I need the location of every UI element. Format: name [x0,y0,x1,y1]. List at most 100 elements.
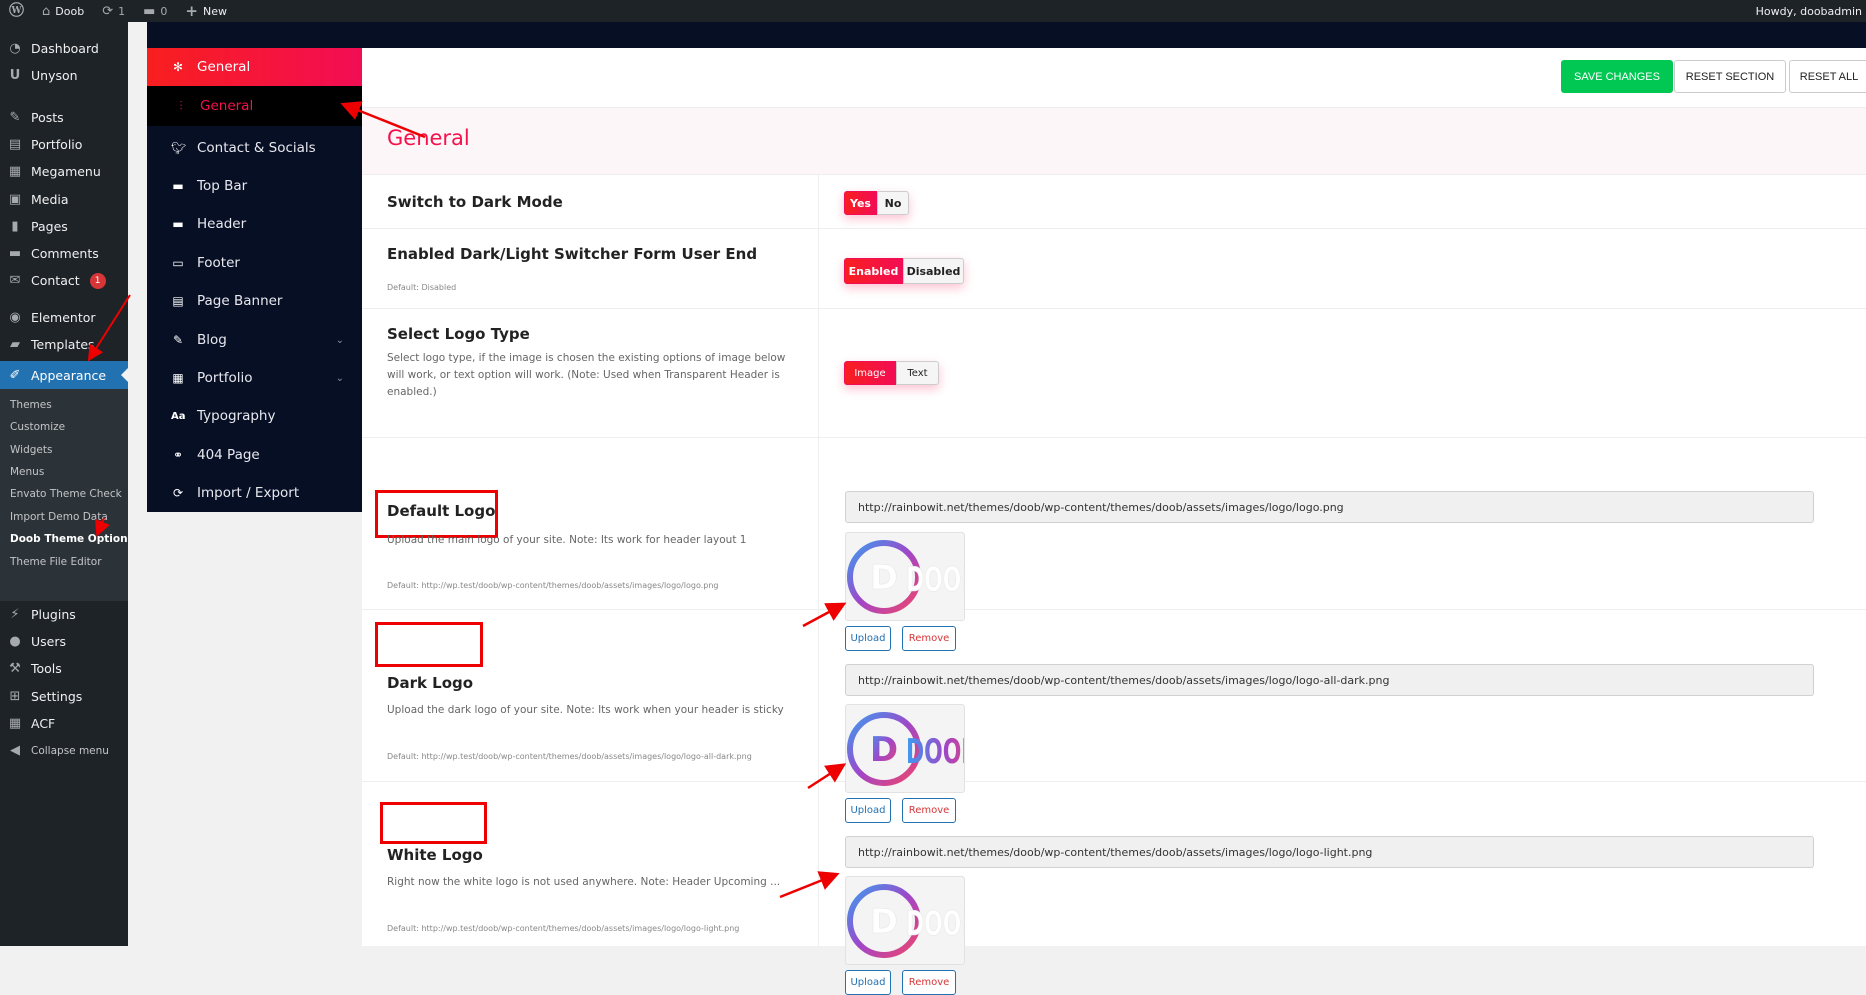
option-default: Default: http://wp.test/doob/wp-content/… [387,581,719,590]
svg-text:D: D [870,558,898,598]
contact-badge: 1 [89,272,106,289]
menu-label: Portfolio [31,137,83,152]
option-default: Default: http://wp.test/doob/wp-content/… [387,924,740,933]
logo-type-image[interactable]: Image [844,361,896,385]
menu-posts[interactable]: ✎ Posts [0,104,128,131]
menu-dashboard[interactable]: ◔ Dashboard [0,35,128,62]
submenu-customize[interactable]: Customize [10,421,65,433]
appearance-submenu: Themes Customize Widgets Menus Envato Th… [0,389,134,601]
menu-contact[interactable]: ✉ Contact 1 [0,267,128,294]
comment-icon: ▬ [143,3,156,19]
menu-label: Comments [31,246,99,261]
media-icon: ▣ [8,192,22,207]
tab-typography[interactable]: Aa Typography [147,397,362,435]
svg-text:D: D [870,902,898,942]
tab-header[interactable]: ▬ Header [147,205,362,243]
doob-logo-image: D DOOB [847,712,965,786]
wrench-icon: ⚒ [9,661,21,676]
menu-portfolio[interactable]: ▤ Portfolio [0,131,128,158]
menu-plugins[interactable]: ⚡ Plugins [0,601,128,628]
tab-page-banner[interactable]: ▤ Page Banner [147,282,362,320]
submenu-doob-theme-options[interactable]: Doob Theme Options [10,533,134,545]
dark-mode-yes[interactable]: Yes [844,191,877,215]
tab-top-bar[interactable]: ▬ Top Bar [147,167,362,205]
submenu-menus[interactable]: Menus [10,466,44,478]
submenu-import-demo-data[interactable]: Import Demo Data [10,511,108,523]
actions-bar: SAVE CHANGES RESET SECTION RESET ALL [362,48,1866,108]
doob-logo-image: D DOOB [847,540,964,614]
wordpress-icon: W [9,1,24,21]
submenu-theme-file-editor[interactable]: Theme File Editor [10,556,102,568]
menu-label: Plugins [31,607,76,622]
tab-blog[interactable]: ✎ Blog ⌄ [147,321,362,359]
menu-templates[interactable]: ▰ Templates [0,331,128,358]
switcher-disabled[interactable]: Disabled [903,258,964,284]
reset-all-button[interactable]: RESET ALL [1789,60,1866,93]
option-description: Right now the white logo is not used any… [387,876,781,888]
refresh-icon: ⟳ [172,486,184,500]
settings-icon: ⊞ [9,689,21,704]
site-name-link[interactable]: ⌂ Doob [33,0,93,22]
my-account-link[interactable]: Howdy, doobadmin [1756,0,1866,22]
logo-type-text[interactable]: Text [896,361,939,385]
comments-link[interactable]: ▬ 0 [134,0,176,22]
option-description: Upload the dark logo of your site. Note:… [387,704,784,716]
collapse-icon: ◀ [10,743,20,758]
tab-footer[interactable]: ▭ Footer [147,244,362,282]
white-logo-url-input[interactable]: http://rainbowit.net/themes/doob/wp-cont… [845,836,1814,868]
menu-acf[interactable]: ▦ ACF [0,710,128,737]
pages-icon: ▮ [11,219,19,234]
switcher-enabled[interactable]: Enabled [844,258,903,284]
dark-mode-no[interactable]: No [877,191,909,215]
tab-label: Typography [197,408,276,424]
theme-options-sidebar: ✻ General ⫶ General 🐦︎ Contact & Socials ▬ T… [147,48,362,512]
wp-logo-button[interactable]: W [0,0,33,22]
default-logo-url-input[interactable]: http://rainbowit.net/themes/doob/wp-cont… [845,491,1814,523]
menu-media[interactable]: ▣ Media [0,186,128,213]
updates-link[interactable]: ⟳ 1 [93,0,134,22]
svg-text:DOOB: DOOB [906,732,965,772]
menu-tools[interactable]: ⚒ Tools [0,655,128,682]
menu-users[interactable]: ● Users [0,628,128,655]
submenu-widgets[interactable]: Widgets [10,444,52,456]
tab-general-sub[interactable]: ⫶ General [147,86,362,126]
menu-elementor[interactable]: ◉ Elementor [0,304,128,331]
menu-settings[interactable]: ⊞ Settings [0,683,128,710]
menu-comments[interactable]: ▬ Comments [0,240,128,267]
tab-import-export[interactable]: ⟳ Import / Export [147,474,362,512]
menu-label: Pages [31,219,68,234]
menu-unyson[interactable]: U Unyson [0,62,128,89]
tab-general-parent[interactable]: ✻ General [147,48,362,86]
tab-label: Page Banner [197,293,283,309]
tab-label: Blog [197,332,227,348]
collapse-menu-button[interactable]: ◀ Collapse menu [0,737,128,764]
tab-404-page[interactable]: ⚭ 404 Page [147,436,362,474]
menu-label: Appearance [31,367,107,383]
theme-options-content: SAVE CHANGES RESET SECTION RESET ALL Gen… [362,48,1866,995]
default-logo-preview: D DOOB [845,532,965,621]
submenu-themes[interactable]: Themes [10,399,52,411]
new-content-link[interactable]: + New [176,0,236,22]
font-icon: Aa [171,410,186,422]
menu-pages[interactable]: ▮ Pages [0,213,128,240]
svg-text:W: W [10,5,22,15]
reset-section-button[interactable]: RESET SECTION [1674,60,1786,93]
white-logo-remove-button[interactable]: Remove [902,970,956,995]
switcher-toggle: Enabled Disabled [844,258,964,284]
option-description: Select logo type, if the image is chosen… [387,352,786,398]
save-changes-button[interactable]: SAVE CHANGES [1561,60,1673,93]
dark-logo-url-input[interactable]: http://rainbowit.net/themes/doob/wp-cont… [845,664,1814,696]
menu-appearance[interactable]: ✐ Appearance [0,361,128,389]
minus-icon: ▬ [172,179,184,193]
monitor-icon: ▭ [172,256,184,270]
megamenu-icon: ▦ [8,164,22,179]
menu-megamenu[interactable]: ▦ Megamenu [0,158,128,185]
tab-label: Header [197,216,247,232]
submenu-envato-theme-check[interactable]: Envato Theme Check [10,488,122,500]
tab-contact-socials[interactable]: 🐦︎ Contact & Socials [147,129,362,167]
option-label: White Logo [387,846,483,864]
white-logo-upload-button[interactable]: Upload [845,970,891,995]
menu-label: Unyson [31,68,78,83]
tab-portfolio[interactable]: ▦ Portfolio ⌄ [147,359,362,397]
acf-icon: ▦ [8,716,22,731]
